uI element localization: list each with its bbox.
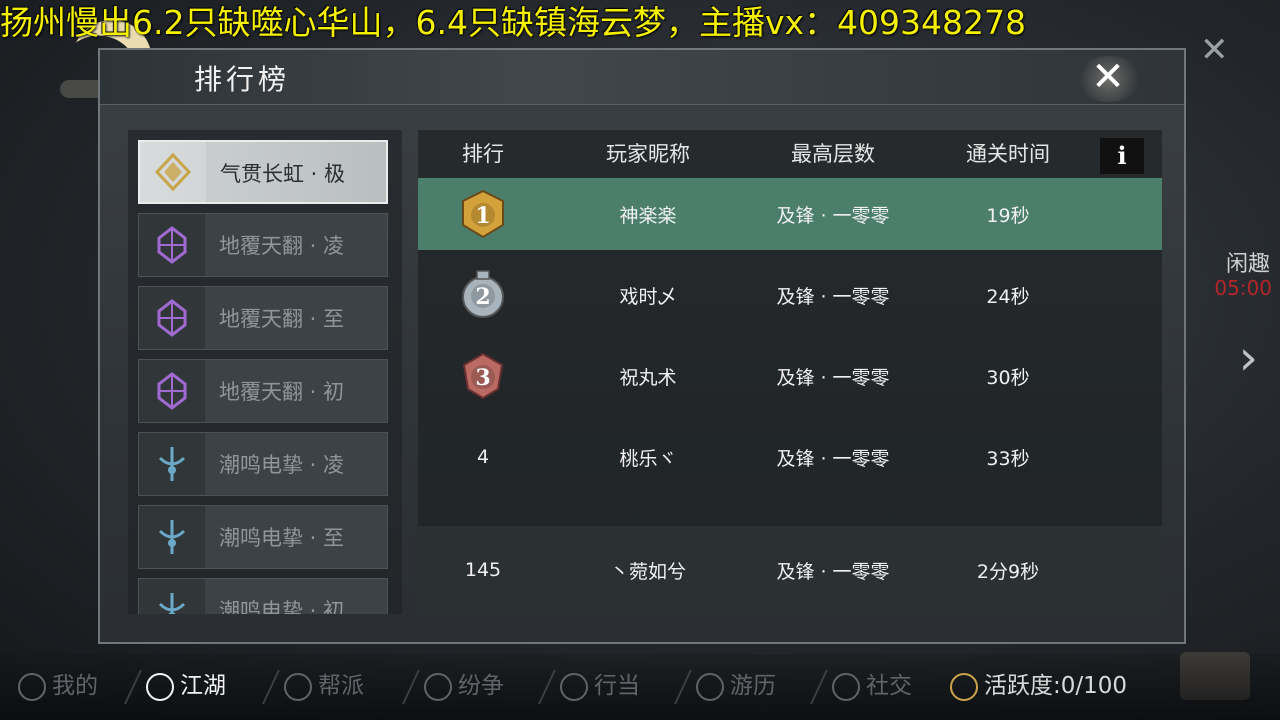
crystal-emblem-icon	[139, 360, 205, 422]
tools-icon	[560, 672, 588, 701]
nav-label: 社交	[866, 673, 912, 699]
bottom-nav: 活跃度:0/100 我的 江湖 帮派 纷争 行当 游历 社交	[0, 654, 1280, 720]
nav-separator	[674, 670, 692, 704]
category-item-6[interactable]: 潮鸣电挚 · 至	[138, 505, 388, 569]
spear-emblem-icon	[139, 506, 205, 568]
clear-time: 24秒	[986, 285, 1030, 308]
nav-item-5[interactable]: 行当	[560, 664, 640, 708]
nav-label: 我的	[52, 673, 98, 699]
player-name: 戏时乄	[619, 285, 677, 308]
floor-value: 及锋 · 一零零	[776, 447, 890, 470]
nav-separator	[810, 670, 828, 704]
clear-time: 30秒	[986, 366, 1030, 389]
category-item-4[interactable]: 地覆天翻 · 初	[138, 359, 388, 423]
category-label: 潮鸣电挚 · 初	[219, 599, 345, 614]
category-item-5[interactable]: 潮鸣电挚 · 凌	[138, 432, 388, 496]
category-label: 地覆天翻 · 至	[219, 307, 345, 331]
gold-medal-icon: 1	[418, 178, 548, 250]
clear-time: 33秒	[986, 447, 1030, 470]
svg-text:3: 3	[475, 365, 490, 391]
floor-value: 及锋 · 一零零	[776, 366, 890, 389]
nav-item-4[interactable]: 纷争	[424, 664, 504, 708]
scroll-icon	[146, 672, 174, 701]
leaderboard-table: 排行 玩家昵称 最高层数 通关时间 i 1 神楽楽 及锋 · 一零零 19秒 2 戏时乄及…	[418, 130, 1162, 614]
swords-icon	[424, 672, 452, 701]
spear-emblem-icon	[139, 579, 205, 614]
nav-separator	[124, 670, 142, 704]
floor-value: 及锋 · 一零零	[776, 285, 890, 308]
diamond-emblem-icon	[140, 142, 206, 202]
page-title: 排行榜	[194, 63, 291, 96]
nav-item-6[interactable]: 游历	[696, 664, 776, 708]
nav-item-1[interactable]: 我的	[18, 664, 98, 708]
header-rank: 排行	[462, 142, 504, 166]
social-icon	[832, 672, 860, 701]
stream-banner: 扬州慢出6.2只缺噬心华山，6.4只缺镇海云梦，主播vx：409348278	[0, 3, 1026, 42]
gear-icon	[18, 672, 46, 701]
category-item-7[interactable]: 潮鸣电挚 · 初	[138, 578, 388, 614]
header-floor: 最高层数	[791, 142, 875, 166]
crystal-emblem-icon	[139, 287, 205, 349]
magnifier-icon	[696, 672, 724, 701]
info-button[interactable]: i	[1100, 138, 1144, 174]
table-row[interactable]: 1 神楽楽 及锋 · 一零零 19秒	[418, 178, 1162, 250]
guild-icon	[284, 672, 312, 701]
category-label: 地覆天翻 · 初	[219, 380, 345, 404]
spear-emblem-icon	[139, 433, 205, 495]
category-item-2[interactable]: 地覆天翻 · 凌	[138, 213, 388, 277]
side-timer: 05:00	[1214, 276, 1272, 300]
svg-text:1: 1	[475, 203, 490, 229]
activity-icon	[950, 672, 978, 701]
self-name: 丶菀如兮	[609, 560, 686, 583]
rank-number: 4	[476, 446, 490, 468]
header-name: 玩家昵称	[606, 142, 690, 166]
self-time: 2分9秒	[976, 560, 1040, 583]
nav-separator	[402, 670, 420, 704]
crystal-emblem-icon	[139, 214, 205, 276]
nav-separator	[538, 670, 556, 704]
table-header: 排行 玩家昵称 最高层数 通关时间 i	[418, 130, 1162, 178]
panel-header: 排行榜 ✕	[100, 50, 1184, 105]
nav-label: 行当	[594, 673, 640, 699]
player-name: 祝丸术	[619, 366, 677, 389]
table-row[interactable]: 2 戏时乄 及锋 · 一零零 24秒	[418, 259, 1162, 331]
category-item-3[interactable]: 地覆天翻 · 至	[138, 286, 388, 350]
nav-item-7[interactable]: 社交	[832, 664, 912, 708]
category-list: 气贯长虹 · 极地覆天翻 · 凌地覆天翻 · 至地覆天翻 · 初潮鸣电挚 · 凌…	[128, 130, 402, 614]
nav-item-3[interactable]: 帮派	[284, 664, 364, 708]
leaderboard-panel: 排行榜 ✕ 气贯长虹 · 极地覆天翻 · 凌地覆天翻 · 至地覆天翻 · 初潮鸣…	[98, 48, 1186, 644]
nav-separator	[262, 670, 280, 704]
side-label: 闲趣	[1225, 252, 1270, 277]
chevron-right-icon[interactable]: ›	[1239, 330, 1258, 386]
clear-time: 19秒	[986, 204, 1030, 227]
player-name: 桃乐ヾ	[619, 447, 677, 470]
floor-value: 及锋 · 一零零	[776, 204, 890, 227]
silver-medal-icon: 2	[418, 259, 548, 331]
close-button[interactable]: ✕	[1080, 52, 1136, 102]
category-item-1[interactable]: 气贯长虹 · 极	[138, 140, 388, 204]
activity-counter[interactable]: 活跃度:0/100	[950, 664, 1127, 708]
activity-label: 活跃度:0/100	[984, 673, 1128, 699]
category-label: 潮鸣电挚 · 至	[219, 526, 345, 550]
nav-label: 帮派	[318, 673, 364, 699]
header-time: 通关时间	[966, 142, 1050, 166]
nav-label: 纷争	[458, 673, 504, 699]
player-name: 神楽楽	[619, 204, 677, 227]
bronze-medal-icon: 3	[418, 340, 548, 412]
self-rank: 145	[464, 559, 502, 581]
nav-label: 游历	[730, 673, 776, 699]
table-row[interactable]: 3 祝丸术 及锋 · 一零零 30秒	[418, 340, 1162, 412]
nav-label: 江湖	[180, 673, 226, 699]
svg-text:2: 2	[475, 284, 490, 310]
category-label: 地覆天翻 · 凌	[219, 234, 345, 258]
self-rank-row: 145 丶菀如兮 及锋 · 一零零 2分9秒	[418, 526, 1162, 614]
category-label: 潮鸣电挚 · 凌	[219, 453, 345, 477]
category-label: 气贯长虹 · 极	[220, 162, 346, 186]
self-floor: 及锋 · 一零零	[776, 560, 890, 583]
table-row[interactable]: 4 桃乐ヾ 及锋 · 一零零 33秒	[418, 421, 1162, 493]
chest-icon[interactable]	[1180, 652, 1250, 700]
nav-item-2[interactable]: 江湖	[146, 664, 226, 708]
